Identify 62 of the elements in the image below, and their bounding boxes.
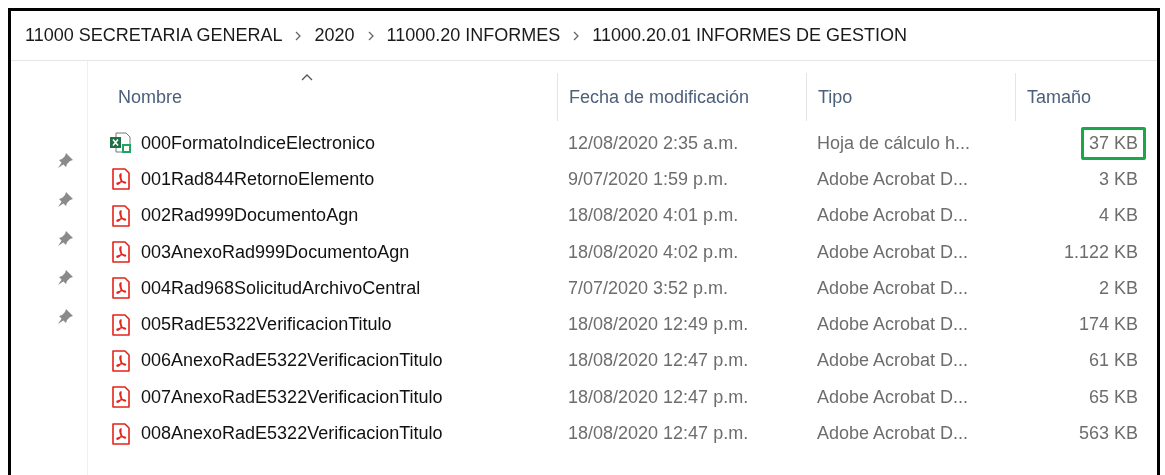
column-header[interactable]: Nombre [88,73,557,121]
modified-date: 18/08/2020 4:01 p.m. [568,205,739,226]
file-type: Hoja de cálculo h... [817,132,971,153]
column-header[interactable]: Tamaño [1015,73,1150,121]
breadcrumb-item[interactable]: 2020 [314,22,355,49]
column-header[interactable]: Tipo [806,73,1015,121]
breadcrumb-item[interactable]: 11000 SECRETARIA GENERAL [25,22,283,49]
pdf-file-icon [110,203,132,228]
file-type: Adobe Acrobat D... [817,168,969,189]
file-size: 4 KB [1097,204,1139,228]
file-type: Adobe Acrobat D... [817,350,969,371]
pin-icon[interactable] [57,307,75,325]
file-name[interactable]: 006AnexoRadE5322VerificacionTitulo [141,347,443,375]
file-name[interactable]: 001Rad844RetornoElemento [141,165,375,193]
modified-date: 7/07/2020 3:52 p.m. [568,277,729,298]
pdf-file-icon [110,421,132,446]
address-bar[interactable]: 11000 SECRETARIA GENERAL 2020 11000.20 INFORMES 11000.20.01 INFORMES DE GESTION [11,11,1157,61]
file-name[interactable]: 004Rad968SolicitudArchivoCentral [141,274,421,302]
chevron-icon[interactable] [366,30,375,41]
file-name[interactable]: 002Rad999DocumentoAgn [141,202,359,230]
modified-date: 18/08/2020 12:47 p.m. [568,350,749,371]
pin-icon[interactable] [57,268,75,286]
file-size: 65 KB [1087,385,1139,409]
file-type: Adobe Acrobat D... [817,386,969,407]
pdf-file-icon [110,348,132,373]
breadcrumb-item[interactable]: 11000.20 INFORMES [386,22,561,49]
file-size: 3 KB [1097,167,1139,191]
pdf-file-icon [110,240,132,265]
column-header[interactable]: Fecha de modificación [557,73,806,121]
modified-date: 18/08/2020 12:49 p.m. [568,314,749,335]
pdf-file-icon [110,276,132,301]
file-size: 2 KB [1097,276,1139,300]
pdf-file-icon [110,167,132,192]
pin-icon[interactable] [57,190,75,208]
file-size: 1.122 KB [1062,240,1139,264]
file-type: Adobe Acrobat D... [817,277,969,298]
file-type: Adobe Acrobat D... [817,205,969,226]
file-name[interactable]: 000FormatoIndiceElectronico [141,129,376,157]
file-size: 61 KB [1087,349,1139,373]
file-name[interactable]: 008AnexoRadE5322VerificacionTitulo [141,420,443,447]
pdf-file-icon [110,312,132,337]
pin-icon[interactable] [57,229,75,247]
file-name[interactable]: 007AnexoRadE5322VerificacionTitulo [141,383,443,411]
file-type: Adobe Acrobat D... [817,314,969,335]
highlighted-file-size: 37 KB [1080,126,1146,160]
file-size: 563 KB [1077,422,1139,445]
modified-date: 12/08/2020 2:35 a.m. [568,132,739,153]
file-name[interactable]: 005RadE5322VerificacionTitulo [141,311,392,339]
file-size: 174 KB [1077,313,1139,337]
pdf-file-icon [110,385,132,410]
modified-date: 18/08/2020 12:47 p.m. [568,386,749,407]
chevron-icon[interactable] [294,30,303,41]
spreadsheet-file-icon [110,131,132,156]
file-name[interactable]: 003AnexoRad999DocumentoAgn [141,238,410,266]
file-type: Adobe Acrobat D... [817,423,969,443]
chevron-icon[interactable] [572,30,581,41]
modified-date: 9/07/2020 1:59 p.m. [568,168,729,189]
breadcrumb-item[interactable]: 11000.20.01 INFORMES DE GESTION [592,22,908,49]
pin-icon[interactable] [57,151,75,169]
modified-date: 18/08/2020 12:47 p.m. [568,423,749,443]
modified-date: 18/08/2020 4:02 p.m. [568,241,739,262]
file-type: Adobe Acrobat D... [817,241,969,262]
